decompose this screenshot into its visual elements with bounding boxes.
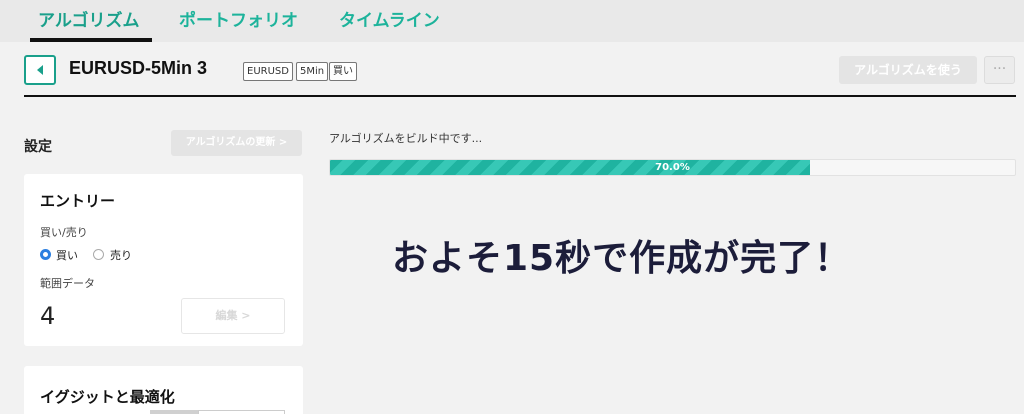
page-title: EURUSD-5Min 3 <box>69 58 208 78</box>
radio-buy-label: 買い <box>56 249 78 262</box>
tab-portfolio[interactable]: ポートフォリオ <box>179 6 298 42</box>
header-divider <box>24 95 1016 97</box>
range-data-value: 4 <box>40 302 56 330</box>
side-label: 買い/売り <box>40 226 88 239</box>
progress-bar: 70.0% <box>329 159 1016 176</box>
back-button[interactable] <box>24 55 56 85</box>
progress-label: 70.0% <box>655 162 690 173</box>
optimization-card: イグジットと最適化 <box>24 366 303 414</box>
top-nav: アルゴリズム ポートフォリオ タイムライン <box>0 0 1024 42</box>
update-algorithm-button[interactable]: アルゴリズムの更新 > <box>171 130 302 156</box>
page-header: EURUSD-5Min 3 EURUSD 5Min 買い アルゴリズムを使う ·… <box>0 42 1024 98</box>
radio-buy[interactable] <box>40 249 51 260</box>
settings-heading: 設定 <box>24 139 52 155</box>
use-algorithm-button[interactable]: アルゴリズムを使う <box>839 56 977 84</box>
segment-control-right[interactable] <box>198 410 285 414</box>
completion-headline: およそ15秒で作成が完了！ <box>392 238 852 279</box>
chevron-left-icon <box>37 65 43 75</box>
more-options-button[interactable]: ··· <box>984 56 1015 84</box>
tab-timeline[interactable]: タイムライン <box>339 6 440 42</box>
entry-title: エントリー <box>40 192 116 210</box>
segment-control-left[interactable] <box>150 410 198 414</box>
tag-pair: EURUSD <box>243 62 293 81</box>
build-status-text: アルゴリズムをビルド中です... <box>329 132 483 145</box>
radio-sell-label: 売り <box>110 249 132 262</box>
range-data-label: 範囲データ <box>40 277 95 290</box>
optimization-title: イグジットと最適化 <box>40 388 175 406</box>
radio-sell[interactable] <box>93 249 104 260</box>
tag-side: 買い <box>329 62 357 81</box>
tag-timeframe: 5Min <box>296 62 329 81</box>
entry-card: エントリー 買い/売り 買い 売り 範囲データ 4 編集 > <box>24 174 303 346</box>
tab-algorithm[interactable]: アルゴリズム <box>30 6 151 42</box>
edit-button[interactable]: 編集 > <box>181 298 285 334</box>
